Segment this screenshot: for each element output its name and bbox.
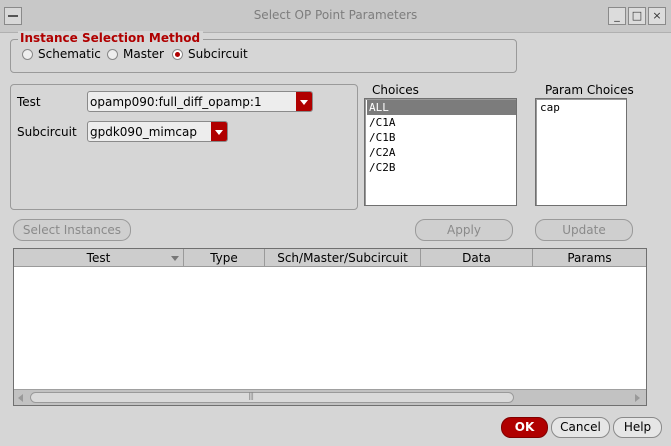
column-header-type[interactable]: Type (184, 249, 265, 267)
apply-button[interactable]: Apply (415, 219, 513, 241)
grip-icon: ||| (248, 391, 254, 400)
subcircuit-label: Subcircuit (17, 125, 77, 139)
column-header-params[interactable]: Params (533, 249, 646, 267)
results-table[interactable]: Test Type Sch/Master/Subcircuit Data Par… (13, 248, 647, 406)
scrollbar-thumb[interactable] (30, 392, 514, 403)
choices-item[interactable]: /C1A (367, 115, 396, 130)
choices-item[interactable]: /C2A (367, 145, 396, 160)
help-button[interactable]: Help (613, 417, 662, 438)
subcircuit-select[interactable]: gpdk090_mimcap (87, 121, 228, 142)
subcircuit-select-value: gpdk090_mimcap (90, 125, 197, 139)
chevron-down-icon[interactable] (296, 92, 312, 111)
table-header: Test Type Sch/Master/Subcircuit Data Par… (14, 249, 646, 267)
cancel-button[interactable]: Cancel (551, 417, 610, 438)
choices-item[interactable]: ALL (367, 100, 516, 115)
instance-selection-legend: Instance Selection Method (18, 31, 204, 45)
test-label: Test (17, 95, 41, 109)
radio-subcircuit[interactable] (172, 49, 183, 60)
choices-list[interactable]: ALL /C1A /C1B /C2A /C2B (364, 98, 517, 206)
param-choices-item[interactable]: cap (538, 100, 560, 115)
column-header-test[interactable]: Test (14, 249, 184, 267)
radio-master-label[interactable]: Master (123, 47, 164, 61)
update-button[interactable]: Update (535, 219, 633, 241)
scroll-right-icon[interactable] (635, 394, 640, 402)
choices-label: Choices (372, 83, 419, 97)
choices-item[interactable]: /C1B (367, 130, 396, 145)
scroll-left-icon[interactable] (18, 394, 23, 402)
chevron-down-icon[interactable] (211, 122, 227, 141)
test-select-value: opamp090:full_diff_opamp:1 (90, 95, 262, 109)
sort-desc-icon[interactable] (171, 256, 179, 261)
window-title: Select OP Point Parameters (253, 8, 418, 22)
close-button[interactable]: × (648, 7, 666, 25)
radio-subcircuit-label[interactable]: Subcircuit (188, 47, 248, 61)
radio-schematic-label[interactable]: Schematic (38, 47, 101, 61)
minimize-button[interactable]: _ (608, 7, 626, 25)
param-choices-label: Param Choices (545, 83, 634, 97)
select-instances-button[interactable]: Select Instances (13, 219, 131, 241)
column-header-data[interactable]: Data (421, 249, 533, 267)
horizontal-scrollbar[interactable]: ||| (14, 389, 646, 405)
column-header-sch-master-subcircuit[interactable]: Sch/Master/Subcircuit (265, 249, 421, 267)
param-choices-list[interactable]: cap (535, 98, 627, 206)
test-select[interactable]: opamp090:full_diff_opamp:1 (87, 91, 313, 112)
maximize-button[interactable]: □ (628, 7, 646, 25)
title-bar: Select OP Point Parameters _ □ × (0, 0, 671, 33)
ok-button[interactable]: OK (501, 417, 548, 438)
radio-master[interactable] (107, 49, 118, 60)
radio-schematic[interactable] (22, 49, 33, 60)
choices-item[interactable]: /C2B (367, 160, 396, 175)
